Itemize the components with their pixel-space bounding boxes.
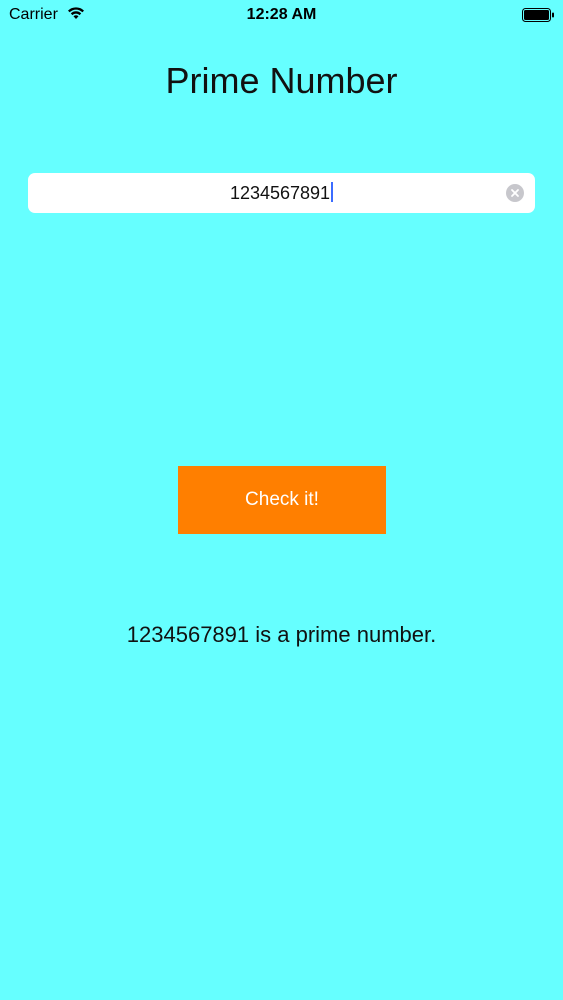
page-title: Prime Number: [165, 60, 398, 101]
number-input[interactable]: 1234567891: [28, 173, 535, 213]
text-caret: [331, 182, 334, 203]
number-input-value: 1234567891: [229, 183, 331, 203]
result-label: 1234567891 is a prime number.: [126, 622, 437, 647]
status-time: 12:28 AM: [246, 6, 317, 23]
number-input-text[interactable]: 1234567891: [28, 173, 535, 213]
clear-icon[interactable]: [506, 184, 524, 202]
status-bar: Carrier 12:28 AM: [0, 0, 563, 30]
check-button[interactable]: Check it!: [178, 466, 386, 534]
battery-icon: [522, 8, 555, 22]
